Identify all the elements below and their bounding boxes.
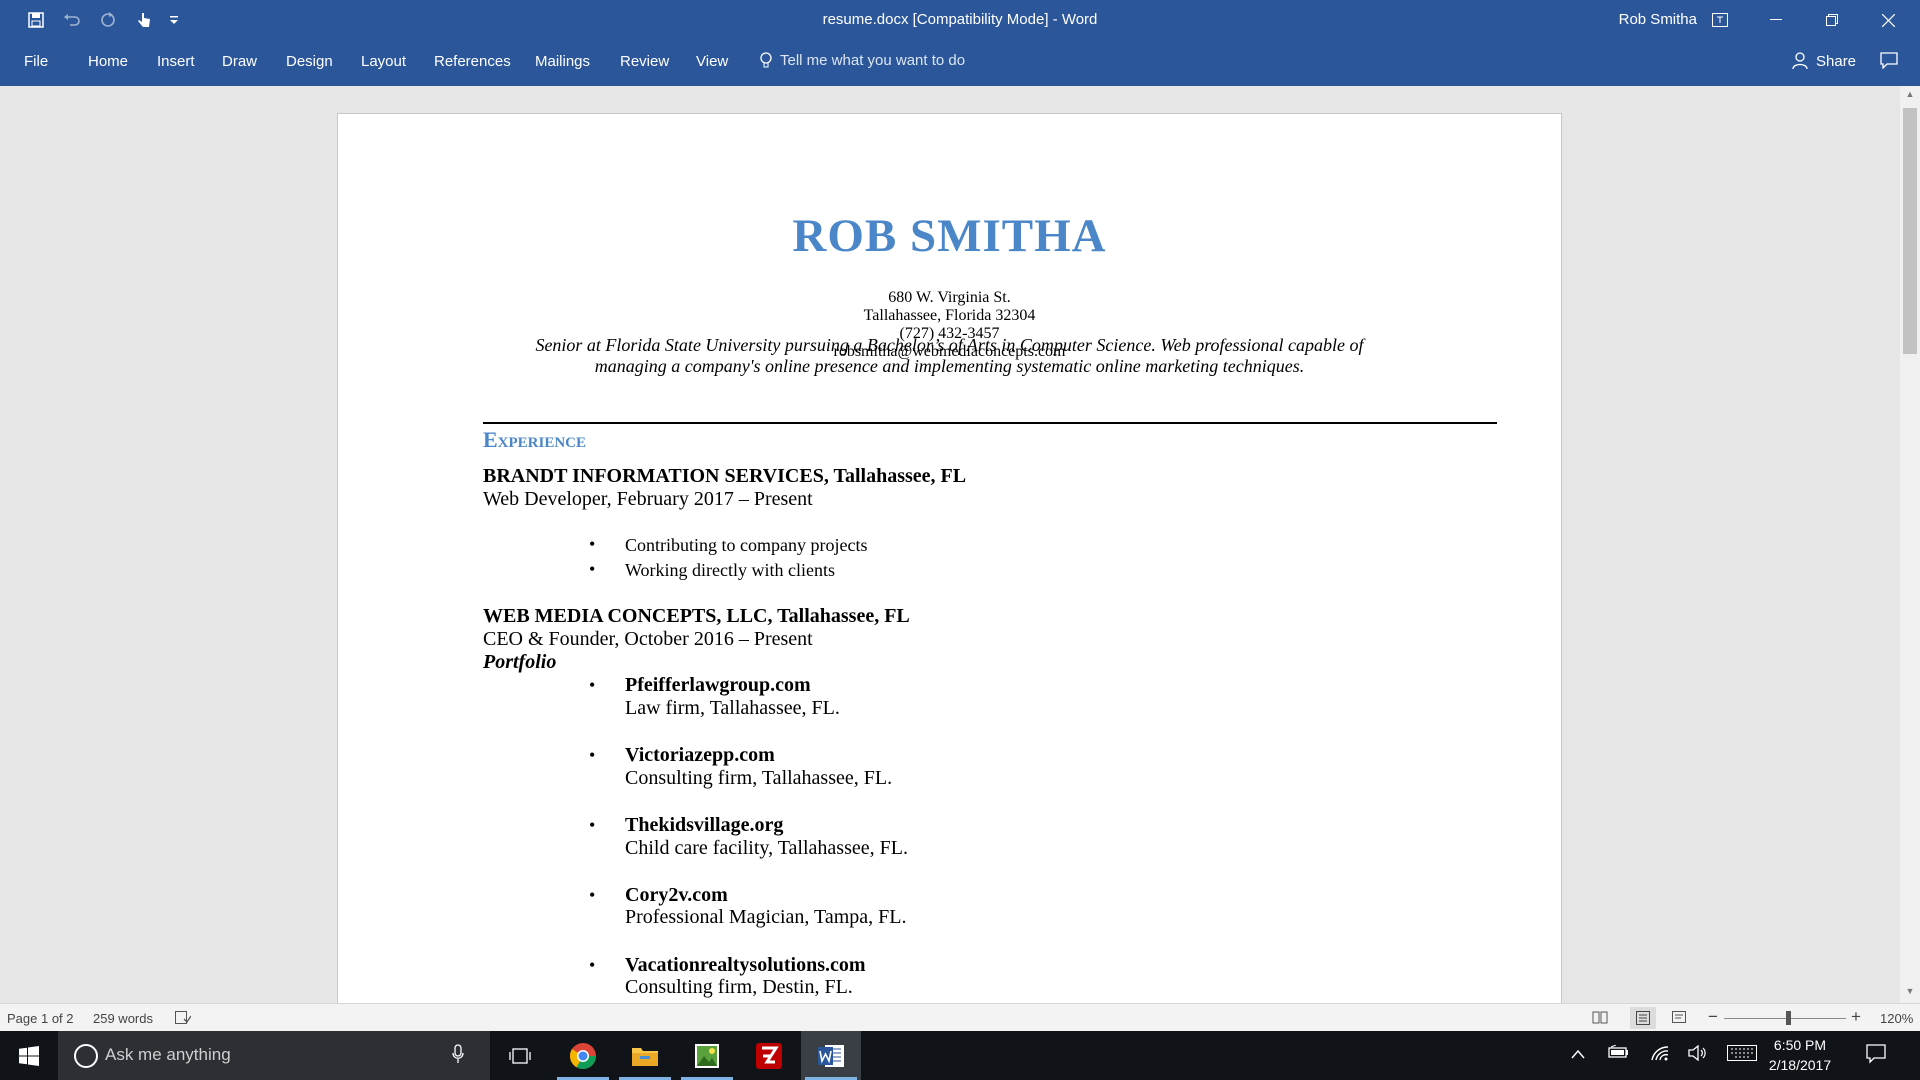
read-mode-icon[interactable] <box>1592 1011 1608 1027</box>
tab-design[interactable]: Design <box>286 53 333 70</box>
status-bar: Page 1 of 2 259 words − + 120% <box>0 1003 1920 1032</box>
bullet-icon: • <box>589 675 596 695</box>
tab-layout[interactable]: Layout <box>361 53 406 70</box>
battery-icon[interactable] <box>1608 1044 1630 1064</box>
clock-time: 6:50 PM <box>1773 1037 1827 1053</box>
portfolio-item-desc: Child care facility, Tallahassee, FL. <box>625 837 908 859</box>
share-label: Share <box>1816 52 1857 70</box>
chrome-icon[interactable] <box>553 1031 613 1080</box>
bullet-icon: • <box>589 534 596 554</box>
system-clock[interactable]: 6:50 PM 2/18/2017 <box>1760 1035 1840 1075</box>
file-explorer-icon[interactable] <box>615 1031 675 1080</box>
cortana-search-box[interactable]: Ask me anything <box>58 1031 490 1080</box>
bullet-icon: • <box>589 955 596 975</box>
cortana-icon <box>74 1044 98 1068</box>
share-button[interactable]: Share <box>1792 52 1856 70</box>
person-icon <box>1792 52 1808 70</box>
summary: Senior at Florida State University pursu… <box>478 335 1421 377</box>
portfolio-item-desc: Professional Magician, Tampa, FL. <box>625 906 907 928</box>
job-2-role: CEO & Founder, October 2016 – Present <box>483 628 813 650</box>
section-heading-experience: Experience <box>483 427 587 452</box>
portfolio-label: Portfolio <box>483 651 557 673</box>
tell-me-box[interactable]: Tell me what you want to do <box>760 52 965 69</box>
job-1-role: Web Developer, February 2017 – Present <box>483 488 813 510</box>
summary-line-1: Senior at Florida State University pursu… <box>535 335 1364 355</box>
tab-mailings[interactable]: Mailings <box>535 53 590 70</box>
filezilla-icon[interactable] <box>739 1031 799 1080</box>
word-icon[interactable] <box>801 1031 861 1080</box>
microphone-icon[interactable] <box>452 1044 464 1069</box>
volume-icon[interactable] <box>1688 1044 1708 1066</box>
address-line-1: 680 W. Virginia St. <box>888 289 1011 306</box>
task-view-icon[interactable] <box>490 1031 550 1080</box>
job-1-bullet: Working directly with clients <box>625 560 836 580</box>
portfolio-item-desc: Law firm, Tallahassee, FL. <box>625 697 840 719</box>
lightbulb-icon <box>760 52 772 68</box>
portfolio-item-desc: Consulting firm, Tallahassee, FL. <box>625 767 893 789</box>
photos-icon[interactable] <box>677 1031 737 1080</box>
portfolio-item-title: Cory2v.com <box>625 884 728 906</box>
portfolio-item-title: Victoriazepp.com <box>625 744 775 766</box>
windows-start-icon[interactable] <box>0 1031 58 1080</box>
tab-file[interactable]: File <box>24 53 48 70</box>
wifi-icon[interactable] <box>1650 1045 1670 1066</box>
tab-view[interactable]: View <box>696 53 728 70</box>
portfolio-item-title: Thekidsvillage.org <box>625 814 784 836</box>
tab-references[interactable]: References <box>434 53 511 70</box>
zoom-out-icon[interactable]: − <box>1708 1007 1718 1027</box>
word-count[interactable]: 259 words <box>93 1011 153 1026</box>
portfolio-item-title: Vacationrealtysolutions.com <box>625 954 866 976</box>
comments-icon[interactable] <box>1880 52 1898 74</box>
tab-review[interactable]: Review <box>620 53 669 70</box>
job-1-company: BRANDT INFORMATION SERVICES, Tallahassee… <box>483 465 967 487</box>
zoom-in-icon[interactable]: + <box>1851 1007 1861 1027</box>
portfolio-item-title: Pfeifferlawgroup.com <box>625 674 811 696</box>
proofing-icon[interactable] <box>175 1011 192 1027</box>
bullet-icon: • <box>589 885 596 905</box>
title-bar: resume.docx [Compatibility Mode] - Word … <box>0 0 1920 40</box>
document-page[interactable]: ROB SMITHA 680 W. Virginia St. Tallahass… <box>337 113 1562 1003</box>
ribbon-display-options-icon[interactable] <box>1692 0 1748 40</box>
clock-date: 2/18/2017 <box>1768 1057 1832 1073</box>
document-canvas[interactable]: ROB SMITHA 680 W. Virginia St. Tallahass… <box>0 86 1900 1003</box>
resume-name: ROB SMITHA <box>792 210 1107 262</box>
bullet-icon: • <box>589 745 596 765</box>
summary-line-2: managing a company's online presence and… <box>594 356 1305 376</box>
show-hidden-icons-icon[interactable] <box>1571 1046 1585 1064</box>
minimize-icon[interactable] <box>1748 0 1804 40</box>
zoom-level[interactable]: 120% <box>1880 1011 1913 1026</box>
zoom-slider[interactable] <box>1724 1018 1846 1019</box>
job-2-company: WEB MEDIA CONCEPTS, LLC, Tallahassee, FL <box>483 605 910 627</box>
web-layout-icon[interactable] <box>1672 1011 1688 1027</box>
zoom-slider-thumb[interactable] <box>1786 1011 1791 1025</box>
tab-draw[interactable]: Draw <box>222 53 257 70</box>
tell-me-label: Tell me what you want to do <box>780 52 966 69</box>
vertical-scrollbar[interactable]: ▲ ▼ <box>1900 86 1920 1003</box>
address-line-2: Tallahassee, Florida 32304 <box>863 307 1036 324</box>
tab-home[interactable]: Home <box>88 53 128 70</box>
scroll-down-icon[interactable]: ▼ <box>1904 986 1916 998</box>
tab-insert[interactable]: Insert <box>157 53 195 70</box>
restore-icon[interactable] <box>1804 0 1860 40</box>
bullet-icon: • <box>589 559 596 579</box>
bullet-icon: • <box>589 815 596 835</box>
portfolio-item-desc: Consulting firm, Destin, FL. <box>625 976 853 998</box>
close-icon[interactable] <box>1860 0 1916 40</box>
search-placeholder: Ask me anything <box>105 1045 231 1064</box>
user-name[interactable]: Rob Smitha <box>1619 11 1697 28</box>
ribbon-tabs: File Home Insert Draw Design Layout Refe… <box>0 40 1920 86</box>
action-center-icon[interactable] <box>1866 1044 1886 1069</box>
taskbar: Ask me anything 6:50 PM 2/18/2017 <box>0 1031 1920 1080</box>
scroll-thumb[interactable] <box>1903 108 1917 354</box>
job-1-bullet: Contributing to company projects <box>625 535 868 555</box>
page-count[interactable]: Page 1 of 2 <box>7 1011 74 1026</box>
print-layout-icon[interactable] <box>1630 1007 1656 1029</box>
keyboard-icon[interactable] <box>1727 1045 1757 1066</box>
scroll-up-icon[interactable]: ▲ <box>1904 89 1916 101</box>
horizontal-rule <box>483 422 1497 424</box>
